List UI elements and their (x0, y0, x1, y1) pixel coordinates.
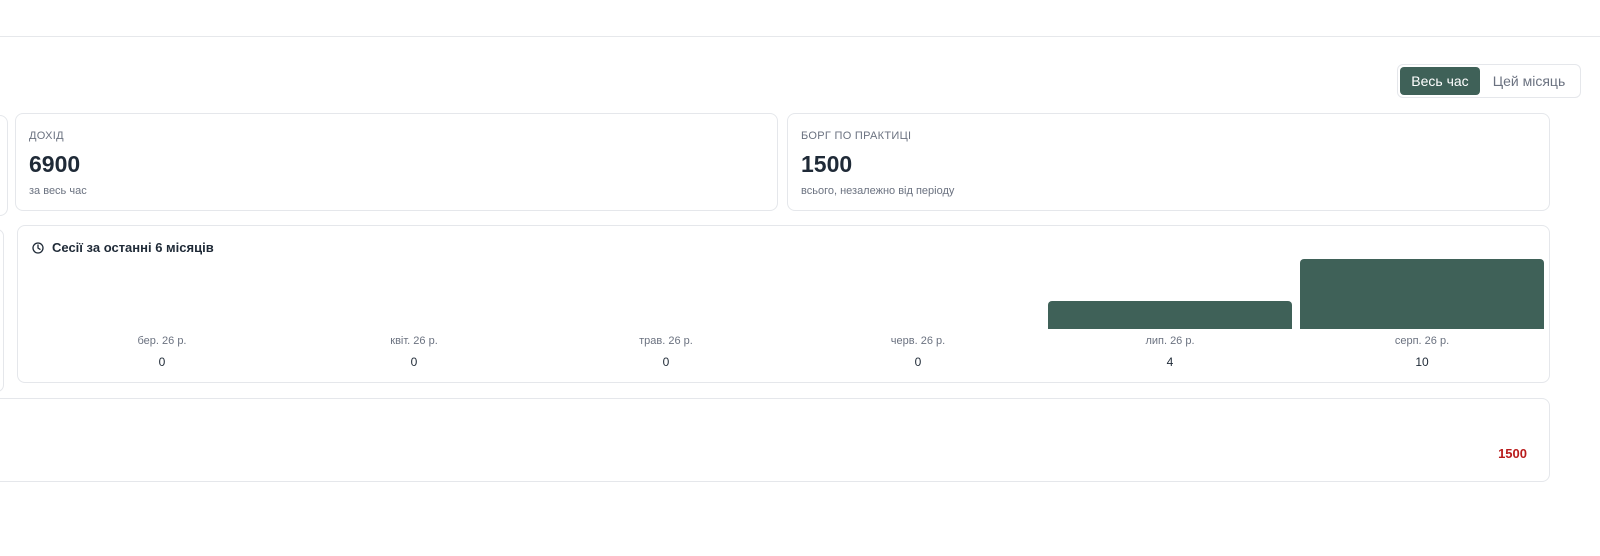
partial-card-left (0, 115, 8, 216)
this-month-button[interactable]: Цей місяць (1480, 67, 1578, 95)
bar-column: лип. 26 р. 4 (1048, 226, 1292, 384)
income-label: ДОХІД (29, 130, 64, 142)
bar (1048, 301, 1292, 329)
bar-value-label: 10 (1415, 355, 1429, 369)
bar-column: серп. 26 р. 10 (1300, 226, 1544, 384)
bar-category-label: лип. 26 р. (1145, 335, 1195, 347)
bar-category-label: черв. 26 р. (890, 335, 946, 347)
bar-column: бер. 26 р. 0 (40, 226, 284, 384)
bar-category-label: бер. 26 р. (137, 335, 187, 347)
income-subtitle: за весь час (29, 185, 87, 197)
debt-card: БОРГ ПО ПРАКТИЦІ 1500 всього, незалежно … (787, 113, 1550, 211)
debt-label: БОРГ ПО ПРАКТИЦІ (801, 130, 912, 142)
bar-category-label: серп. 26 р. (1394, 335, 1450, 347)
bar-value-label: 0 (410, 355, 418, 369)
income-value: 6900 (29, 151, 81, 177)
top-bar (0, 0, 1600, 37)
sessions-chart-card: Сесії за останні 6 місяців бер. 26 р. 0 кв… (17, 225, 1550, 383)
bar-column: квіт. 26 р. 0 (292, 226, 536, 384)
bar-value-label: 4 (1166, 355, 1174, 369)
bar-column: трав. 26 р. 0 (544, 226, 788, 384)
bar-category-label: квіт. 26 р. (390, 335, 438, 347)
sessions-bar-chart: бер. 26 р. 0 квіт. 26 р. 0 трав. 26 р. 0 черв.… (18, 226, 1549, 382)
debt-subtitle: всього, незалежно від періоду (801, 185, 955, 197)
bar-value-label: 0 (662, 355, 670, 369)
bar-column: черв. 26 р. 0 (796, 226, 1040, 384)
period-toggle: Весь час Цей місяць (1397, 64, 1581, 98)
bar (1300, 259, 1544, 329)
debt-amount: 1500 (1498, 446, 1527, 461)
income-card: ДОХІД 6900 за весь час (15, 113, 778, 211)
partial-card-left-2 (0, 229, 4, 392)
bar-value-label: 0 (914, 355, 922, 369)
all-time-button[interactable]: Весь час (1400, 67, 1480, 95)
debt-value: 1500 (801, 151, 853, 177)
debt-summary-card: 1500 (0, 398, 1550, 482)
bar-category-label: трав. 26 р. (639, 335, 693, 347)
bar-value-label: 0 (158, 355, 166, 369)
